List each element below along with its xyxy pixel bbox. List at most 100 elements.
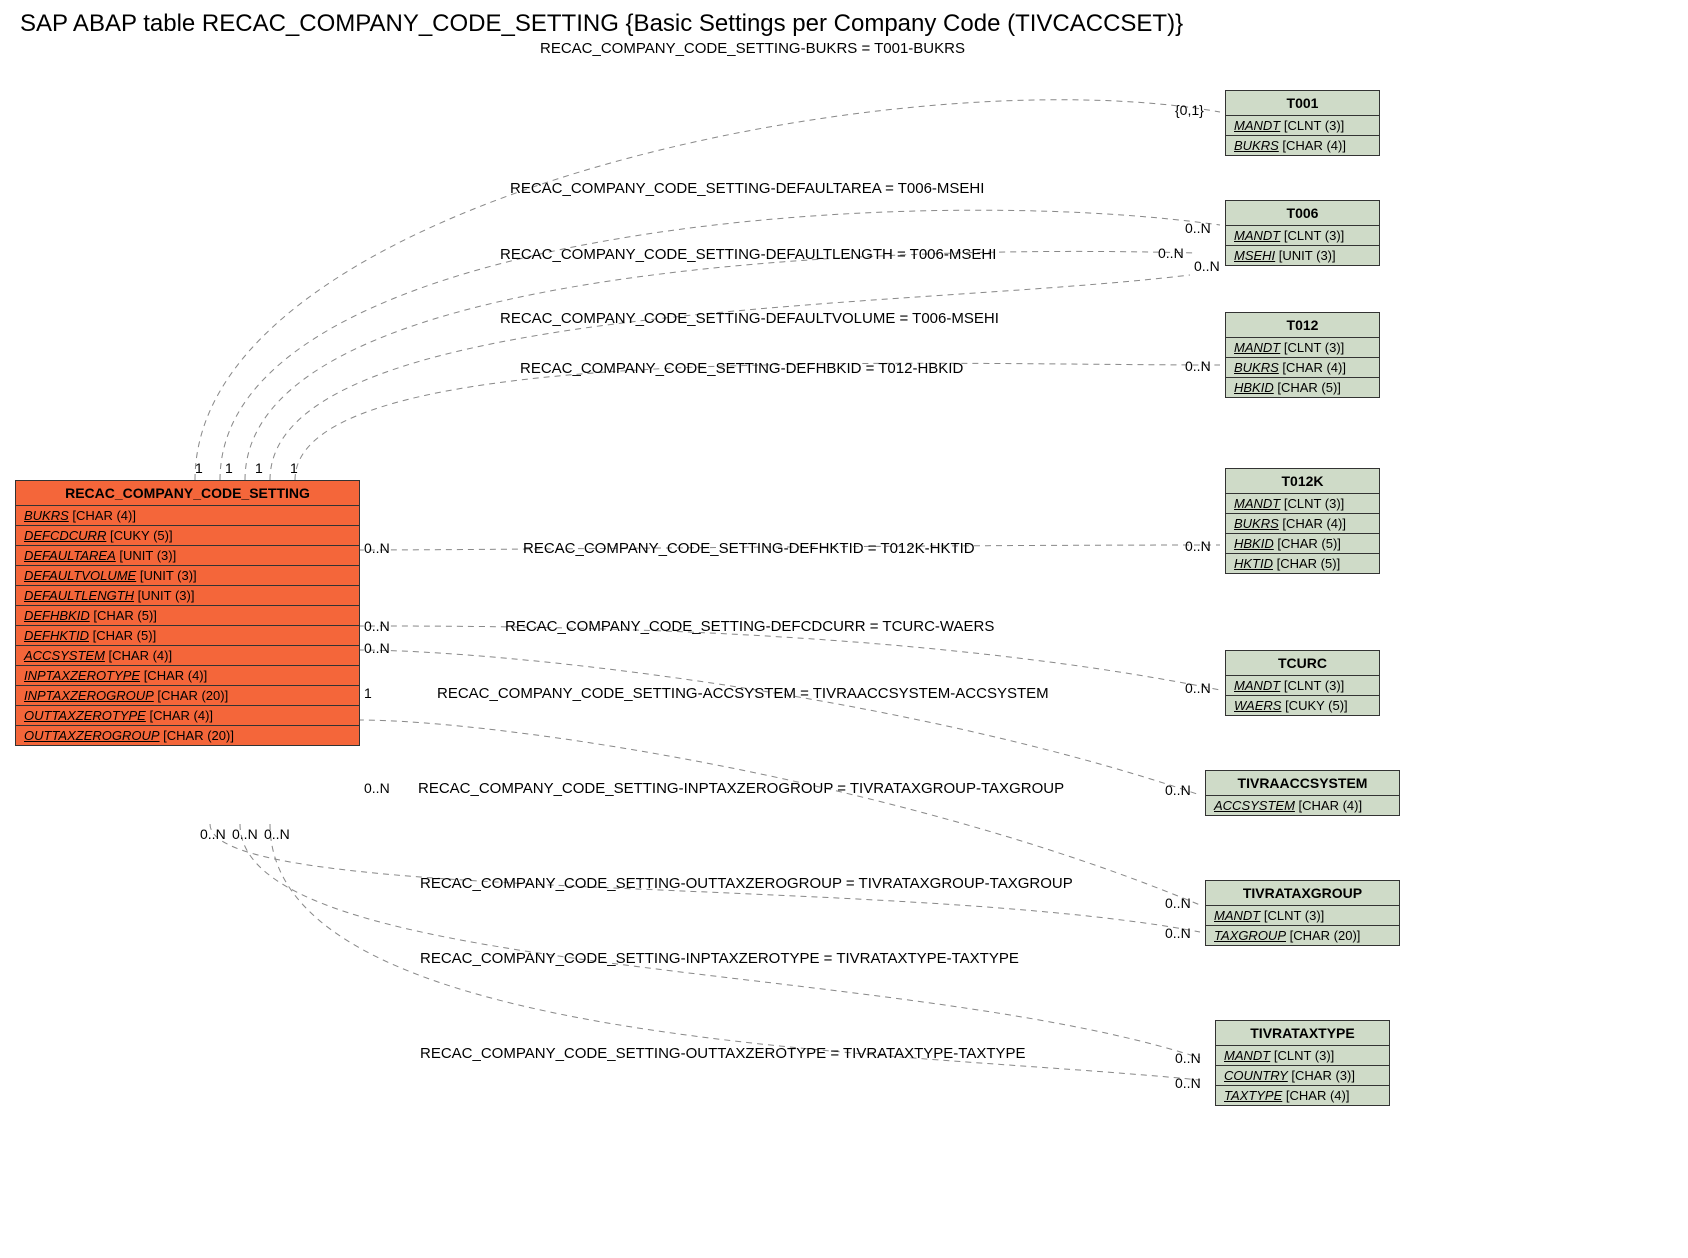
field-type: [CHAR (5)] (1277, 556, 1341, 571)
cardinality: 0..N (1185, 358, 1211, 374)
cardinality: 0..N (364, 540, 390, 556)
field-name: OUTTAXZEROTYPE (24, 708, 146, 723)
table-row: WAERS [CUKY (5)] (1226, 696, 1379, 715)
field-type: [CHAR (4)] (72, 508, 136, 523)
table-row: MANDT [CLNT (3)] (1226, 226, 1379, 246)
ref-header: T001 (1226, 91, 1379, 116)
ref-table-t001: T001 MANDT [CLNT (3)] BUKRS [CHAR (4)] (1225, 90, 1380, 156)
main-table-header: RECAC_COMPANY_CODE_SETTING (16, 481, 359, 506)
field-name: MANDT (1214, 908, 1260, 923)
table-row: DEFAULTVOLUME [UNIT (3)] (16, 566, 359, 586)
field-type: [CHAR (4)] (1286, 1088, 1350, 1103)
table-row: DEFAULTLENGTH [UNIT (3)] (16, 586, 359, 606)
table-row: HKTID [CHAR (5)] (1226, 554, 1379, 573)
table-row: MANDT [CLNT (3)] (1226, 494, 1379, 514)
page-title: SAP ABAP table RECAC_COMPANY_CODE_SETTIN… (20, 10, 1678, 38)
ref-table-t012: T012 MANDT [CLNT (3)] BUKRS [CHAR (4)] H… (1225, 312, 1380, 398)
table-row: MANDT [CLNT (3)] (1206, 906, 1399, 926)
field-name: TAXTYPE (1224, 1088, 1282, 1103)
field-name: BUKRS (1234, 516, 1279, 531)
field-type: [CLNT (3)] (1284, 678, 1344, 693)
cardinality: 0..N (1185, 680, 1211, 696)
cardinality: 0..N (1185, 220, 1211, 236)
relation-label: RECAC_COMPANY_CODE_SETTING-OUTTAXZEROTYP… (420, 1045, 1026, 1062)
cardinality: 1 (195, 460, 203, 476)
cardinality: 1 (364, 685, 372, 701)
cardinality: 0..N (1158, 245, 1184, 261)
field-name: OUTTAXZEROGROUP (24, 728, 160, 743)
field-name: DEFHBKID (24, 608, 90, 623)
field-type: [CHAR (5)] (1277, 380, 1341, 395)
field-type: [CLNT (3)] (1284, 118, 1344, 133)
field-type: [UNIT (3)] (1279, 248, 1336, 263)
table-row: MANDT [CLNT (3)] (1226, 338, 1379, 358)
table-row: INPTAXZEROTYPE [CHAR (4)] (16, 666, 359, 686)
field-name: MANDT (1234, 228, 1280, 243)
table-row: ACCSYSTEM [CHAR (4)] (1206, 796, 1399, 815)
table-row: COUNTRY [CHAR (3)] (1216, 1066, 1389, 1086)
field-name: COUNTRY (1224, 1068, 1288, 1083)
field-type: [CHAR (5)] (93, 608, 157, 623)
ref-table-t012k: T012K MANDT [CLNT (3)] BUKRS [CHAR (4)] … (1225, 468, 1380, 574)
field-type: [CHAR (20)] (157, 688, 228, 703)
field-type: [CHAR (4)] (1282, 516, 1346, 531)
cardinality: 0..N (364, 618, 390, 634)
field-name: DEFCDCURR (24, 528, 106, 543)
field-type: [CLNT (3)] (1284, 496, 1344, 511)
relation-label: RECAC_COMPANY_CODE_SETTING-DEFCDCURR = T… (505, 618, 994, 635)
field-type: [CUKY (5)] (110, 528, 173, 543)
relation-label: RECAC_COMPANY_CODE_SETTING-DEFAULTVOLUME… (500, 310, 999, 327)
cardinality: 0..N (1165, 895, 1191, 911)
field-type: [CHAR (4)] (144, 668, 208, 683)
field-name: MANDT (1234, 340, 1280, 355)
table-row: MANDT [CLNT (3)] (1226, 116, 1379, 136)
ref-table-tivraaccsystem: TIVRAACCSYSTEM ACCSYSTEM [CHAR (4)] (1205, 770, 1400, 816)
cardinality: 1 (255, 460, 263, 476)
field-name: WAERS (1234, 698, 1281, 713)
relation-label: RECAC_COMPANY_CODE_SETTING-INPTAXZEROTYP… (420, 950, 1019, 967)
cardinality: 1 (290, 460, 298, 476)
table-row: MANDT [CLNT (3)] (1216, 1046, 1389, 1066)
field-type: [CHAR (20)] (1290, 928, 1361, 943)
table-row: HBKID [CHAR (5)] (1226, 378, 1379, 397)
field-type: [CHAR (4)] (109, 648, 173, 663)
main-table: RECAC_COMPANY_CODE_SETTING BUKRS [CHAR (… (15, 480, 360, 746)
table-row: INPTAXZEROGROUP [CHAR (20)] (16, 686, 359, 706)
table-row: BUKRS [CHAR (4)] (1226, 136, 1379, 155)
relation-label: RECAC_COMPANY_CODE_SETTING-ACCSYSTEM = T… (437, 685, 1049, 702)
field-type: [CUKY (5)] (1285, 698, 1348, 713)
cardinality: 0..N (1175, 1075, 1201, 1091)
table-row: DEFAULTAREA [UNIT (3)] (16, 546, 359, 566)
field-type: [UNIT (3)] (140, 568, 197, 583)
field-name: HBKID (1234, 536, 1274, 551)
cardinality: 0..N (1194, 258, 1220, 274)
ref-table-tivrataxtype: TIVRATAXTYPE MANDT [CLNT (3)] COUNTRY [C… (1215, 1020, 1390, 1106)
field-name: ACCSYSTEM (1214, 798, 1295, 813)
field-name: MANDT (1234, 678, 1280, 693)
ref-header: T012K (1226, 469, 1379, 494)
ref-table-tivrataxgroup: TIVRATAXGROUP MANDT [CLNT (3)] TAXGROUP … (1205, 880, 1400, 946)
field-name: MANDT (1224, 1048, 1270, 1063)
table-row: DEFCDCURR [CUKY (5)] (16, 526, 359, 546)
table-row: OUTTAXZEROGROUP [CHAR (20)] (16, 726, 359, 745)
ref-header: TIVRATAXGROUP (1206, 881, 1399, 906)
table-row: HBKID [CHAR (5)] (1226, 534, 1379, 554)
field-type: [CHAR (4)] (1299, 798, 1363, 813)
ref-header: TIVRAACCSYSTEM (1206, 771, 1399, 796)
field-name: MANDT (1234, 496, 1280, 511)
ref-header: TCURC (1226, 651, 1379, 676)
cardinality: 0..N (232, 826, 258, 842)
field-name: BUKRS (24, 508, 69, 523)
table-row: DEFHKTID [CHAR (5)] (16, 626, 359, 646)
field-type: [CHAR (5)] (93, 628, 157, 643)
field-name: MSEHI (1234, 248, 1275, 263)
field-type: [CHAR (4)] (1282, 138, 1346, 153)
table-row: BUKRS [CHAR (4)] (1226, 358, 1379, 378)
field-name: MANDT (1234, 118, 1280, 133)
field-type: [UNIT (3)] (138, 588, 195, 603)
field-name: HBKID (1234, 380, 1274, 395)
table-row: MSEHI [UNIT (3)] (1226, 246, 1379, 265)
relation-label: RECAC_COMPANY_CODE_SETTING-DEFAULTLENGTH… (500, 246, 996, 263)
field-name: DEFAULTVOLUME (24, 568, 136, 583)
field-name: DEFHKTID (24, 628, 89, 643)
